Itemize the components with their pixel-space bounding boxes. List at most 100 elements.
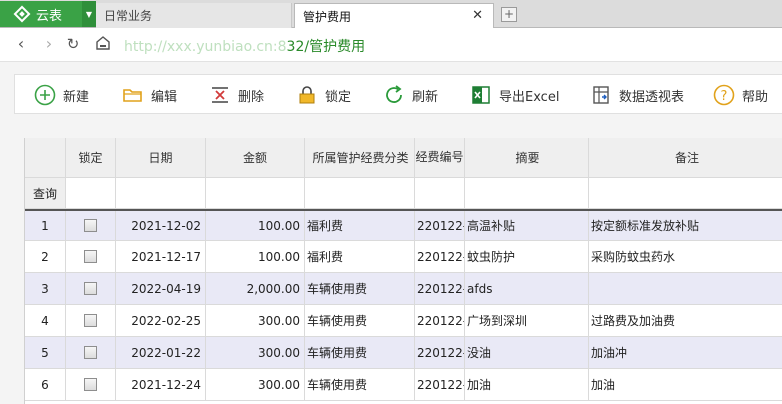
refresh-button[interactable]: 刷新 (382, 83, 438, 107)
filter-date[interactable] (116, 178, 206, 208)
header-lock[interactable]: 锁定 (66, 138, 116, 177)
filter-note[interactable] (589, 178, 782, 208)
lock-checkbox-cell (66, 241, 116, 272)
cell-amount: 300.00 (206, 305, 305, 336)
header-amount[interactable]: 金额 (206, 138, 305, 177)
plus-circle-icon (33, 83, 57, 107)
header-fund-no[interactable]: 经费编号 (415, 138, 465, 177)
tab-label: 管护费用 (303, 10, 352, 24)
row-index: 2 (25, 241, 66, 272)
delete-label: 删除 (238, 89, 265, 105)
lock-icon (295, 83, 319, 107)
cell-note: 加油冲 (591, 346, 628, 360)
filter-category[interactable] (305, 178, 415, 208)
cell-amount: 100.00 (206, 241, 305, 272)
app-menu-dropdown[interactable]: ▼ (82, 1, 96, 27)
table-row[interactable]: 3 2022-04-19 2,000.00 车辆使用费 220122- afds (25, 273, 782, 305)
cell-summary: 高温补贴 (465, 211, 589, 240)
pivot-table-button[interactable]: 数据透视表 (589, 83, 684, 107)
lock-button[interactable]: 锁定 (295, 83, 351, 107)
header-summary[interactable]: 摘要 (465, 138, 589, 177)
lock-checkbox[interactable] (84, 282, 97, 295)
filter-label: 查询 (25, 178, 66, 208)
table-row[interactable]: 5 2022-01-22 300.00 车辆使用费 220122- 没油 加油冲 (25, 337, 782, 369)
filter-lock[interactable] (66, 178, 116, 208)
filter-summary[interactable] (465, 178, 589, 208)
cell-date: 2021-12-24 (116, 369, 206, 400)
cell-category: 车辆使用费 (305, 369, 415, 400)
cell-fund-no: 220122- (415, 241, 465, 272)
lock-checkbox-cell (66, 305, 116, 336)
edit-button[interactable]: 编辑 (121, 83, 177, 107)
row-index: 5 (25, 337, 66, 368)
filter-amount[interactable] (206, 178, 305, 208)
data-grid: 锁定 日期 金额 所属管护经费分类 经费编号 摘要 备注 查询 1 2021-1… (24, 138, 782, 404)
table-row[interactable]: 2 2021-12-17 100.00 福利费 220122- 蚊虫防护 采购防… (25, 241, 782, 273)
filter-fund-no[interactable] (415, 178, 465, 208)
cell-date: 2022-02-25 (116, 305, 206, 336)
lock-checkbox[interactable] (84, 378, 97, 391)
lock-checkbox[interactable] (84, 346, 97, 359)
lock-label: 锁定 (325, 89, 352, 105)
lock-checkbox[interactable] (84, 219, 97, 232)
cell-note: 采购防蚊虫药水 (591, 250, 676, 264)
table-row[interactable]: 6 2021-12-24 300.00 车辆使用费 220122- 加油 加油 (25, 369, 782, 401)
tab-label: 日常业务 (104, 9, 153, 23)
app-logo-button[interactable]: 云表 (0, 1, 82, 27)
lock-checkbox[interactable] (84, 250, 97, 263)
home-icon[interactable] (94, 35, 112, 53)
pivot-label: 数据透视表 (619, 89, 685, 105)
delete-x-icon (208, 83, 232, 107)
url-path: 32/管护费用 (286, 39, 366, 55)
header-date[interactable]: 日期 (116, 138, 206, 177)
help-button[interactable]: ? 帮助 (712, 83, 768, 107)
cell-amount: 300.00 (206, 369, 305, 400)
table-row[interactable]: 4 2022-02-25 300.00 车辆使用费 220122- 广场到深圳 … (25, 305, 782, 337)
folder-icon (121, 83, 145, 107)
cell-fund-no: 220122- (415, 337, 465, 368)
back-arrow-icon[interactable]: ‹ (12, 35, 30, 53)
header-note[interactable]: 备注 (589, 138, 782, 177)
cell-date: 2021-12-02 (116, 211, 206, 240)
url-field[interactable]: http://xxx.yunbiao.cn:832/管护费用 (124, 36, 365, 56)
new-tab-button[interactable]: + (501, 7, 517, 22)
header-index (25, 138, 66, 177)
grid-header-row: 锁定 日期 金额 所属管护经费分类 经费编号 摘要 备注 (25, 138, 782, 178)
cell-category: 车辆使用费 (305, 337, 415, 368)
header-category[interactable]: 所属管护经费分类 (305, 138, 415, 177)
browser-tab-bar: 云表 ▼ 日常业务 管护费用 ✕ + (0, 0, 782, 29)
reload-icon[interactable]: ↻ (64, 35, 82, 53)
cell-date: 2022-01-22 (116, 337, 206, 368)
cell-category: 福利费 (305, 211, 415, 240)
close-tab-icon[interactable]: ✕ (472, 8, 483, 23)
cell-category: 车辆使用费 (305, 273, 415, 304)
cell-summary: afds (465, 273, 589, 304)
table-row[interactable]: 1 2021-12-02 100.00 福利费 220122- 高温补贴 按定额… (25, 209, 782, 241)
refresh-label: 刷新 (412, 89, 439, 105)
toolbar: 新建 编辑 删除 锁定 刷新 导出Excel 数据透视表 ? 帮助 (14, 74, 782, 114)
lock-checkbox[interactable] (84, 314, 97, 327)
url-host: http://xxx.yunbiao.cn:8 (124, 39, 287, 55)
delete-button[interactable]: 删除 (208, 83, 264, 107)
cell-summary: 没油 (465, 337, 589, 368)
lock-checkbox-cell (66, 337, 116, 368)
cell-fund-no: 220122- (415, 211, 465, 240)
lock-checkbox-cell (66, 273, 116, 304)
forward-arrow-icon[interactable]: › (40, 35, 58, 53)
cell-date: 2022-04-19 (116, 273, 206, 304)
row-index: 6 (25, 369, 66, 400)
tab-maintenance-cost[interactable]: 管护费用 ✕ (294, 3, 494, 29)
cell-amount: 300.00 (206, 337, 305, 368)
cell-fund-no: 220122- (415, 369, 465, 400)
cell-note: 加油 (591, 378, 616, 392)
pivot-icon (589, 83, 613, 107)
export-excel-button[interactable]: 导出Excel (469, 83, 559, 107)
tab-daily-business[interactable]: 日常业务 (96, 3, 292, 28)
cell-amount: 100.00 (206, 211, 305, 240)
new-button[interactable]: 新建 (33, 83, 89, 107)
cell-date: 2021-12-17 (116, 241, 206, 272)
help-icon: ? (712, 83, 736, 107)
edit-label: 编辑 (151, 89, 178, 105)
refresh-icon (382, 83, 406, 107)
cell-category: 福利费 (305, 241, 415, 272)
